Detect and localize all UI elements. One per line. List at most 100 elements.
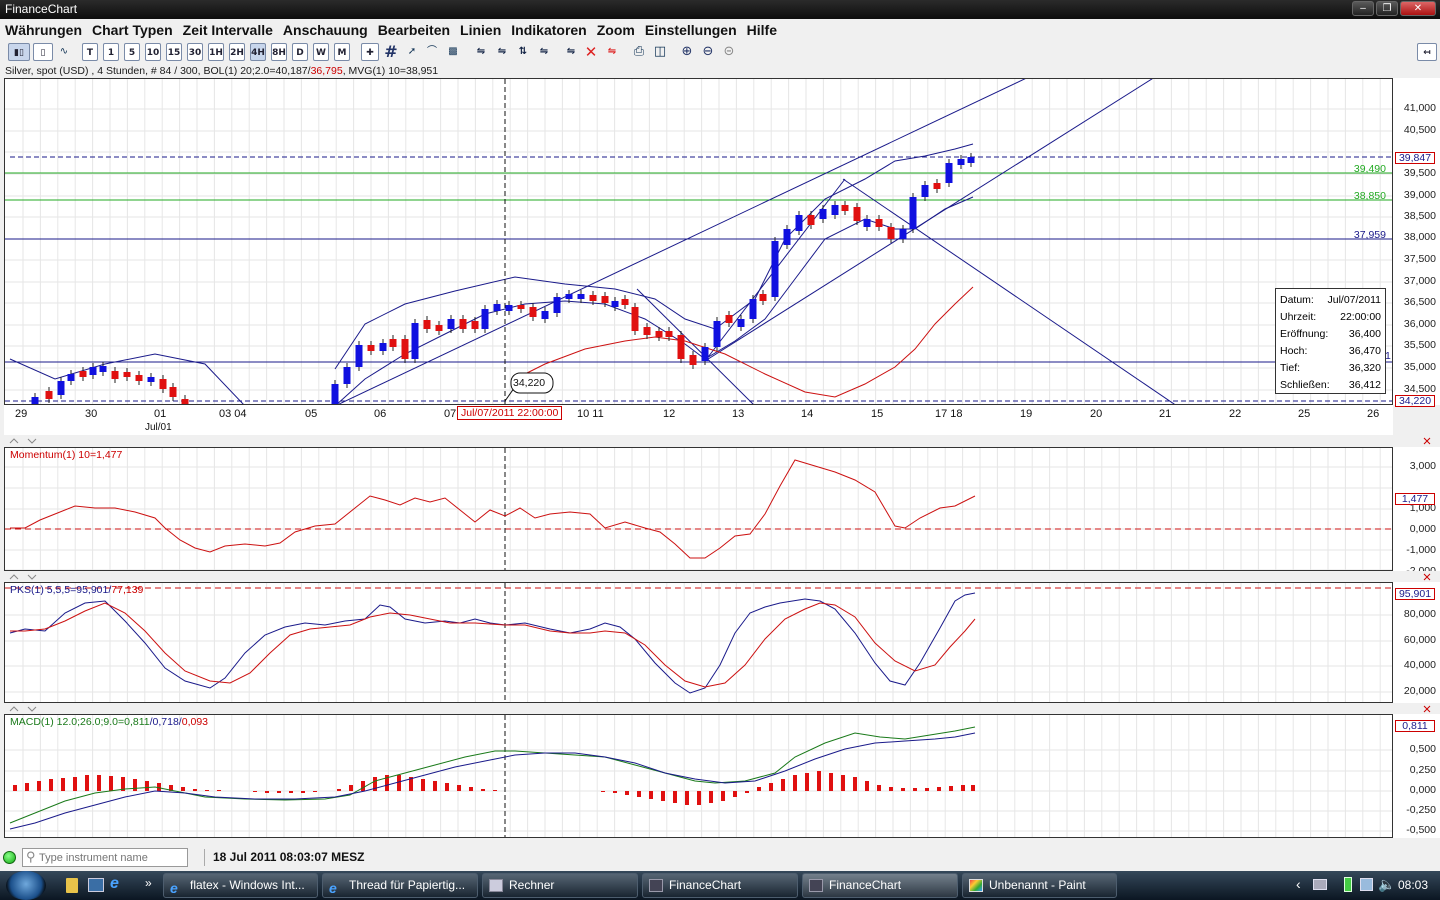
panel-resize-icon[interactable] (9, 438, 37, 444)
zoom-reset-icon[interactable]: ⊝ (720, 43, 738, 61)
channel-icon[interactable]: ⇋ (472, 43, 490, 61)
crosshair-icon[interactable]: ✚ (361, 43, 379, 61)
momentum-svg[interactable] (5, 448, 1393, 571)
task-rechner[interactable]: Rechner (482, 873, 638, 898)
minimize-button[interactable]: – (1352, 1, 1374, 16)
macd-axis[interactable]: 0,500 0,250 0,000 -0,250 -0,500 (1393, 714, 1440, 838)
interval-30-button[interactable]: 30 (187, 43, 203, 61)
tray-monitor-icon[interactable] (1360, 878, 1373, 891)
interval-5-button[interactable]: 5 (124, 43, 140, 61)
pks-svg[interactable] (5, 583, 1393, 703)
price-chart-panel[interactable]: 34,220 39,490 38,850 37,959 (4, 78, 1393, 405)
momentum-axis[interactable]: 3,000 1,000 0,000 -1,000 -2,000 (1393, 447, 1440, 571)
ie-quicklaunch-icon[interactable]: e (110, 875, 119, 893)
volume-icon[interactable]: ▩ (444, 43, 462, 61)
candle-body (689, 355, 697, 365)
price-axis[interactable]: 41,000 40,500 39,500 39,000 38,500 38,00… (1385, 78, 1440, 405)
print-icon[interactable]: ⎙ (630, 43, 648, 61)
panel-resize-icon[interactable] (9, 574, 37, 580)
desktop-quicklaunch-icon[interactable] (88, 878, 104, 892)
menu-zoom[interactable]: Zoom (592, 19, 640, 40)
candle-body (493, 304, 501, 311)
interval-m-button[interactable]: M (334, 43, 350, 61)
panel-close-icon[interactable] (1423, 573, 1431, 581)
menu-waehrungen[interactable]: Währungen (0, 19, 87, 40)
panel-close-icon[interactable] (1423, 437, 1431, 445)
tray-clock[interactable]: 08:03 (1398, 878, 1428, 892)
delete-all-icon[interactable]: ⇋ (603, 43, 621, 61)
menu-linien[interactable]: Linien (455, 19, 506, 40)
instrument-search: ⚲ (22, 848, 188, 867)
menu-bar: Währungen Chart Typen Zeit Intervalle An… (0, 19, 1440, 40)
price-chart-svg[interactable] (5, 79, 1393, 405)
tray-volume-icon[interactable]: 🔈 (1378, 876, 1395, 893)
task-paint[interactable]: Unbenannt - Paint (962, 873, 1117, 898)
arc-icon[interactable]: ⌒ (424, 43, 440, 61)
fan-icon[interactable]: ⇋ (493, 43, 511, 61)
trendline-upper[interactable] (335, 79, 1035, 405)
interval-10-button[interactable]: 10 (145, 43, 161, 61)
panel-close-icon[interactable] (1423, 705, 1431, 713)
macd-panel[interactable]: MACD(1) 12.0;26.0;9.0=0,811/0,718/0,093 (4, 714, 1393, 838)
task-thread[interactable]: e Thread für Papiertig... (322, 873, 478, 898)
menu-indikatoren[interactable]: Indikatoren (506, 19, 591, 40)
delete-line-icon[interactable]: ⇋ (562, 43, 580, 61)
interval-2h-button[interactable]: 2H (229, 43, 245, 61)
interval-1h-button[interactable]: 1H (208, 43, 224, 61)
collapse-toolbar-icon[interactable]: ↤ (1417, 43, 1437, 61)
macd-histogram-bar (397, 775, 401, 791)
bar-chart-icon[interactable]: ▯ (33, 43, 53, 61)
pks-panel[interactable]: PKS(1) 5,5,5=95,901/77,139 (4, 582, 1393, 703)
menu-hilfe[interactable]: Hilfe (742, 19, 782, 40)
start-button[interactable] (6, 871, 46, 900)
quicklaunch-more-icon[interactable]: » (145, 876, 152, 890)
zoom-in-icon[interactable]: ⊕ (678, 43, 696, 61)
line-chart-icon[interactable]: ∿ (56, 43, 72, 61)
trendline-icon[interactable]: ➚ (404, 43, 420, 61)
interval-15-button[interactable]: 15 (166, 43, 182, 61)
candle-body (725, 315, 733, 323)
task-financechart-1[interactable]: FinanceChart (642, 873, 798, 898)
candle-body (807, 215, 815, 225)
macd-histogram-bar (625, 791, 629, 795)
task-financechart-2[interactable]: FinanceChart (802, 873, 958, 898)
gann-icon[interactable]: ⇋ (535, 43, 553, 61)
tray-expand-icon[interactable]: ‹ (1296, 876, 1301, 892)
trendline-lower[interactable] (704, 79, 1155, 362)
tray-battery-icon[interactable] (1344, 877, 1352, 892)
grid-icon[interactable]: # (382, 43, 400, 61)
interval-1-button[interactable]: 1 (103, 43, 119, 61)
tooltip-key: Uhrzeit: (1280, 311, 1317, 323)
macd-svg[interactable] (5, 715, 1393, 838)
task-flatex[interactable]: e flatex - Windows Int... (163, 873, 318, 898)
maximize-button[interactable]: ❐ (1376, 1, 1398, 16)
momentum-panel[interactable]: Momentum(1) 10=1,477 (4, 447, 1393, 571)
interval-4h-button[interactable]: 4H (250, 43, 266, 61)
interval-8h-button[interactable]: 8H (271, 43, 287, 61)
delete-icon[interactable]: ✕ (583, 43, 599, 61)
print-preview-icon[interactable]: ◫ (651, 43, 669, 61)
instrument-search-input[interactable] (39, 850, 184, 865)
interval-t-button[interactable]: T (82, 43, 98, 61)
panel-resize-icon[interactable] (9, 706, 37, 712)
macd-histogram-bar (301, 791, 305, 793)
trendline-small[interactable] (636, 288, 755, 405)
time-label: 17 18 (935, 408, 963, 420)
menu-chart-typen[interactable]: Chart Typen (87, 19, 178, 40)
tray-network-icon[interactable] (1313, 879, 1327, 890)
pks-axis[interactable]: 80,000 60,000 40,000 20,000 (1393, 582, 1440, 703)
zoom-out-icon[interactable]: ⊖ (699, 43, 717, 61)
time-axis[interactable]: 29 30 01 03 04 05 06 07 10 11 12 13 14 1… (4, 405, 1393, 435)
fibonacci-icon[interactable]: ⇅ (514, 43, 532, 61)
menu-anschauung[interactable]: Anschauung (278, 19, 373, 40)
menu-bearbeiten[interactable]: Bearbeiten (373, 19, 455, 40)
explorer-quicklaunch-icon[interactable] (66, 878, 78, 893)
close-button[interactable]: ✕ (1400, 1, 1436, 16)
interval-w-button[interactable]: W (313, 43, 329, 61)
candlestick-chart-icon[interactable]: ▮▯ (8, 43, 30, 61)
menu-einstellungen[interactable]: Einstellungen (640, 19, 742, 40)
interval-d-button[interactable]: D (292, 43, 308, 61)
macd-histogram-bar (721, 791, 725, 801)
menu-zeit-intervalle[interactable]: Zeit Intervalle (178, 19, 278, 40)
candle-body (655, 331, 663, 337)
